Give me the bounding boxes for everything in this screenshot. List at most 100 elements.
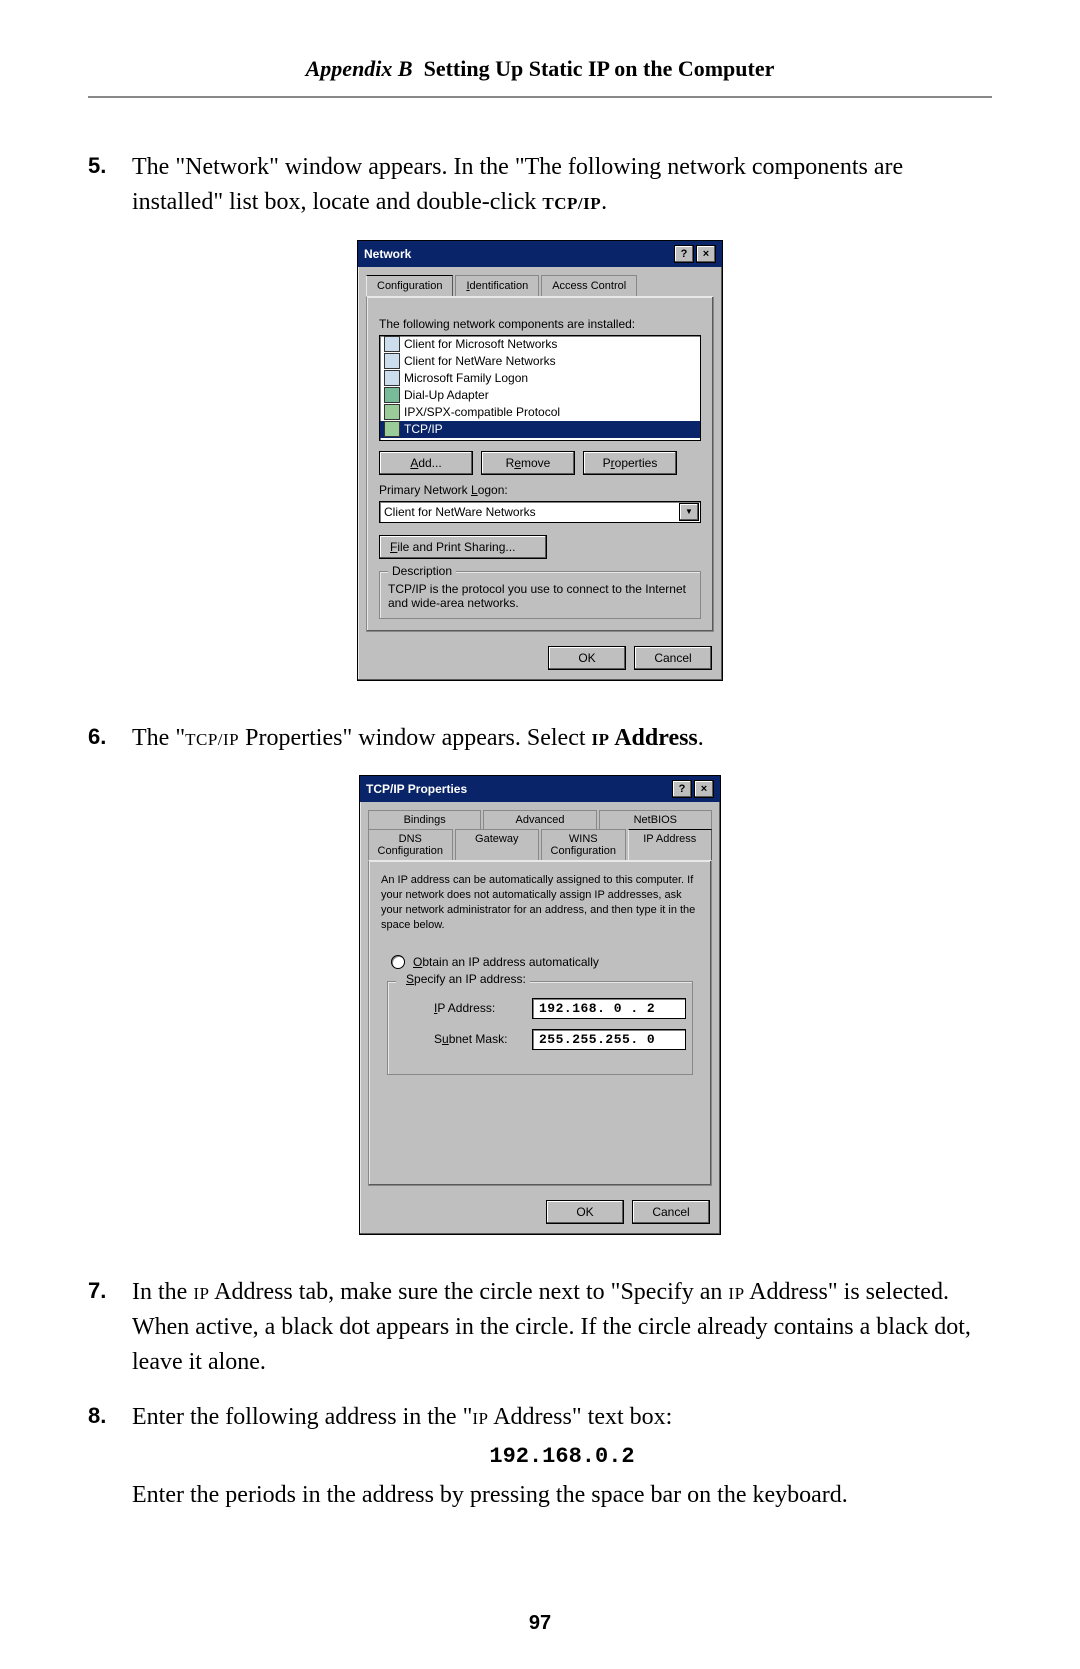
step-7-text-b: Address tab, make sure the circle next t… bbox=[209, 1279, 728, 1305]
tab-wins[interactable]: WINS Configuration bbox=[541, 829, 626, 860]
dropdown-caret-icon[interactable]: ▼ bbox=[679, 503, 699, 521]
step-5-number: 5. bbox=[88, 150, 132, 220]
tab-advanced[interactable]: Advanced bbox=[483, 810, 596, 829]
primary-logon-value: Client for NetWare Networks bbox=[384, 505, 536, 519]
network-titlebar[interactable]: Network ? × bbox=[358, 241, 722, 267]
file-print-sharing-button[interactable]: File and Print Sharing...File and Print … bbox=[379, 535, 547, 559]
add-button[interactable]: Add...Add... bbox=[379, 451, 473, 475]
step-6-text-c: . bbox=[698, 725, 704, 751]
properties-button[interactable]: PropertiesProperties bbox=[583, 451, 677, 475]
radio-specify[interactable]: Specify an IP address: Specify an IP add… bbox=[396, 972, 530, 986]
page-number: 97 bbox=[0, 1612, 1080, 1635]
description-text: TCP/IP is the protocol you use to connec… bbox=[388, 582, 692, 610]
list-item-label: IPX/SPX-compatible Protocol bbox=[404, 405, 560, 419]
network-tabs: Configuration IIdentificationdentificati… bbox=[366, 275, 714, 296]
network-dialog-buttons: OK Cancel bbox=[358, 640, 722, 680]
tab-access-control[interactable]: Access Control bbox=[541, 275, 637, 296]
step-8-body: Enter the following address in the "IP A… bbox=[132, 1400, 992, 1513]
close-button[interactable]: × bbox=[696, 245, 716, 263]
tcpip-dialog: TCP/IP Properties ? × Bindings Advanced … bbox=[359, 775, 721, 1235]
protocol-icon bbox=[384, 421, 400, 437]
list-item[interactable]: Microsoft Family Logon bbox=[380, 370, 700, 387]
subnet-mask-label: Subnet Mask:Subnet Mask: bbox=[434, 1032, 518, 1046]
help-button[interactable]: ? bbox=[672, 780, 692, 798]
adapter-icon bbox=[384, 387, 400, 403]
radio-obtain-auto[interactable]: Obtain an IP address automatically Obtai… bbox=[391, 955, 699, 969]
ok-button[interactable]: OK bbox=[548, 646, 626, 670]
tab-identification[interactable]: IIdentificationdentification bbox=[455, 275, 539, 296]
step-8-text-c: Enter the periods in the address by pres… bbox=[132, 1482, 848, 1508]
client-icon bbox=[384, 353, 400, 369]
component-buttons: Add...Add... RemoveRemove PropertiesProp… bbox=[379, 451, 701, 475]
step-8-text-b: Address" text box: bbox=[489, 1404, 673, 1430]
list-item-label: TCP/IP bbox=[404, 422, 443, 436]
components-listbox[interactable]: Client for Microsoft Networks Client for… bbox=[379, 335, 701, 441]
description-legend: Description bbox=[388, 564, 456, 578]
ip-address-input[interactable]: 192.168. 0 . 2 bbox=[532, 998, 686, 1019]
list-item[interactable]: Client for NetWare Networks bbox=[380, 353, 700, 370]
client-icon bbox=[384, 370, 400, 386]
radio-icon bbox=[391, 955, 405, 969]
step-5-text-b: . bbox=[601, 189, 607, 215]
step-5-text-a: The "Network" window appears. In the "Th… bbox=[132, 154, 903, 215]
step-6-bold: Address bbox=[610, 725, 698, 751]
tcpip-intro: An IP address can be automatically assig… bbox=[381, 873, 699, 932]
primary-logon-select[interactable]: Client for NetWare Networks ▼ bbox=[379, 501, 701, 523]
step-6-text-b: Properties" window appears. Select bbox=[239, 725, 591, 751]
appendix-prefix: Appendix B bbox=[306, 56, 413, 81]
step-6-text-a: The " bbox=[132, 725, 185, 751]
step-7-text-a: In the bbox=[132, 1279, 193, 1305]
step-8-code: 192.168.0.2 bbox=[132, 1441, 992, 1473]
close-button[interactable]: × bbox=[694, 780, 714, 798]
step-7-sc2: IP bbox=[728, 1279, 744, 1305]
tab-dns[interactable]: DNS Configuration bbox=[368, 829, 453, 860]
appendix-heading: Appendix B Setting Up Static IP on the C… bbox=[0, 0, 1080, 82]
cancel-button[interactable]: Cancel bbox=[632, 1200, 710, 1224]
step-6: 6. The "TCP/IP Properties" window appear… bbox=[88, 721, 992, 756]
step-6-sc1: TCP/IP bbox=[185, 725, 239, 751]
network-title: Network bbox=[364, 247, 672, 261]
installed-label: The following network components are ins… bbox=[379, 317, 701, 331]
step-8-sc1: IP bbox=[472, 1404, 488, 1430]
step-7-number: 7. bbox=[88, 1275, 132, 1379]
tcpip-tabs-bottom: DNS Configuration Gateway WINS Configura… bbox=[368, 829, 712, 860]
step-7-sc1: IP bbox=[193, 1279, 209, 1305]
fileprint-row: File and Print Sharing...File and Print … bbox=[379, 535, 701, 559]
step-7-body: In the IP Address tab, make sure the cir… bbox=[132, 1275, 992, 1379]
network-dialog: Network ? × Configuration IIdentificatio… bbox=[357, 240, 723, 681]
list-item[interactable]: Dial-Up Adapter bbox=[380, 387, 700, 404]
ip-address-label: IP Address:IP Address: bbox=[434, 1001, 518, 1015]
step-6-number: 6. bbox=[88, 721, 132, 756]
list-item-label: Microsoft Family Logon bbox=[404, 371, 528, 385]
tab-bindings[interactable]: Bindings bbox=[368, 810, 481, 829]
step-6-sc2: IP bbox=[592, 725, 610, 751]
appendix-title: Setting Up Static IP on the Computer bbox=[424, 56, 775, 81]
ok-button[interactable]: OK bbox=[546, 1200, 624, 1224]
tcpip-dialog-buttons: OK Cancel bbox=[360, 1194, 720, 1234]
tab-configuration[interactable]: Configuration bbox=[366, 275, 453, 296]
tab-ip-address[interactable]: IP Address bbox=[628, 829, 713, 860]
radio-obtain-auto-label: Obtain an IP address automatically bbox=[413, 955, 599, 969]
tab-netbios[interactable]: NetBIOS bbox=[599, 810, 712, 829]
cancel-button[interactable]: Cancel bbox=[634, 646, 712, 670]
list-item[interactable]: IPX/SPX-compatible Protocol bbox=[380, 404, 700, 421]
tab-gateway[interactable]: Gateway bbox=[455, 829, 540, 860]
step-7: 7. In the IP Address tab, make sure the … bbox=[88, 1275, 992, 1379]
list-item[interactable]: Client for Microsoft Networks bbox=[380, 336, 700, 353]
step-5-tcpip: TCP/IP bbox=[542, 189, 601, 215]
subnet-mask-row: Subnet Mask:Subnet Mask: 255.255.255. 0 bbox=[434, 1029, 686, 1050]
protocol-icon bbox=[384, 404, 400, 420]
ip-address-row: IP Address:IP Address: 192.168. 0 . 2 bbox=[434, 998, 686, 1019]
tcpip-titlebar[interactable]: TCP/IP Properties ? × bbox=[360, 776, 720, 802]
step-5: 5. The "Network" window appears. In the … bbox=[88, 150, 992, 220]
list-item-label: Client for NetWare Networks bbox=[404, 354, 556, 368]
tcpip-pane: An IP address can be automatically assig… bbox=[368, 860, 712, 1186]
subnet-mask-input[interactable]: 255.255.255. 0 bbox=[532, 1029, 686, 1050]
step-5-body: The "Network" window appears. In the "Th… bbox=[132, 150, 992, 220]
remove-button[interactable]: RemoveRemove bbox=[481, 451, 575, 475]
help-button[interactable]: ? bbox=[674, 245, 694, 263]
description-group: Description TCP/IP is the protocol you u… bbox=[379, 571, 701, 619]
client-icon bbox=[384, 336, 400, 352]
step-8-text-a: Enter the following address in the " bbox=[132, 1404, 472, 1430]
list-item-tcpip[interactable]: TCP/IP bbox=[380, 421, 700, 438]
